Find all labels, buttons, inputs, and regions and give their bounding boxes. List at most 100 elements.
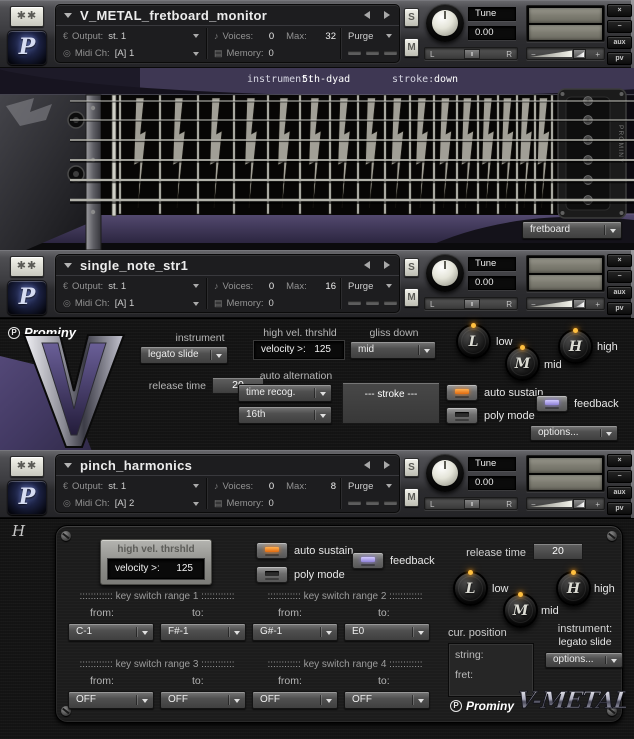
auto-sustain-led [265, 547, 279, 552]
ks-range1-from-dropdown[interactable]: C-1 [68, 623, 154, 641]
midi-channel-selector[interactable]: ◎ Midi Ch: [A] 1 [63, 295, 203, 312]
minimize-button[interactable]: − [607, 20, 632, 33]
snowflake-button[interactable]: ✱✱ [10, 456, 44, 477]
chevron-down-icon [216, 354, 222, 358]
max-value[interactable]: 16 [325, 281, 336, 292]
prev-instrument-icon[interactable] [364, 11, 370, 19]
auto-alt-division-dropdown[interactable]: 16th [238, 406, 332, 424]
auto-alt-mode-dropdown[interactable]: time recog. [238, 384, 332, 402]
close-button[interactable]: × [607, 454, 632, 467]
velocity-threshold-box[interactable]: velocity >: 125 [108, 559, 204, 579]
prev-instrument-icon[interactable] [364, 461, 370, 469]
options-dropdown[interactable]: options... [530, 425, 618, 441]
next-instrument-icon[interactable] [384, 261, 390, 269]
aux-button[interactable]: aux [607, 286, 632, 299]
minimize-button[interactable]: − [607, 270, 632, 283]
poly-mode-button[interactable] [256, 566, 288, 583]
tune-knob[interactable] [426, 4, 464, 42]
tune-value[interactable]: 0.00 [468, 276, 516, 290]
collapse-chevron-icon[interactable] [64, 463, 72, 468]
midi-channel-selector[interactable]: ◎ Midi Ch: [A] 2 [63, 495, 203, 512]
output-selector[interactable]: € Output: st. 1 [63, 277, 203, 295]
pv-button[interactable]: pv [607, 502, 632, 515]
output-selector[interactable]: € Output: st. 1 [63, 477, 203, 495]
volume-slider[interactable]: − + [526, 497, 605, 510]
pan-handle[interactable] [464, 499, 480, 509]
pan-handle[interactable] [464, 49, 480, 59]
midi-channel-selector[interactable]: ◎ Midi Ch: [A] 1 [63, 45, 203, 62]
tune-value[interactable]: 0.00 [468, 26, 516, 40]
auto-sustain-button[interactable] [446, 384, 478, 401]
solo-button[interactable]: S [404, 258, 419, 277]
pan-slider[interactable]: L R [424, 47, 518, 60]
pv-button[interactable]: pv [607, 52, 632, 65]
pan-slider[interactable]: L R [424, 497, 518, 510]
ks-range4-from-dropdown[interactable]: OFF [252, 691, 338, 709]
prominy-logo[interactable]: P [7, 30, 47, 65]
tune-knob[interactable] [426, 254, 464, 292]
snowflake-button[interactable]: ✱✱ [10, 6, 44, 27]
close-button[interactable]: × [607, 254, 632, 267]
ks-range2-to-dropdown[interactable]: E0 [344, 623, 430, 641]
aux-button[interactable]: aux [607, 36, 632, 49]
mid-knob[interactable]: M [505, 346, 540, 381]
purge-menu[interactable]: Purge [348, 27, 396, 45]
feedback-button[interactable] [352, 552, 384, 569]
close-button[interactable]: × [607, 4, 632, 17]
ks-range1-to-dropdown[interactable]: F#-1 [160, 623, 246, 641]
volume-handle[interactable] [573, 499, 586, 509]
volume-slider[interactable]: − + [526, 47, 605, 60]
pan-slider[interactable]: L R [424, 297, 518, 310]
feedback-button[interactable] [536, 395, 568, 412]
volume-slider[interactable]: − + [526, 297, 605, 310]
mute-button[interactable]: M [404, 288, 419, 307]
purge-menu[interactable]: Purge [348, 477, 396, 495]
tune-knob[interactable] [426, 454, 464, 492]
solo-button[interactable]: S [404, 8, 419, 27]
chevron-down-icon [606, 432, 612, 436]
collapse-chevron-icon[interactable] [64, 13, 72, 18]
auto-alternation-label: auto alternation [235, 370, 357, 382]
instrument-dropdown[interactable]: legato slide [140, 346, 228, 364]
prominy-logo[interactable]: P [7, 280, 47, 315]
collapse-chevron-icon[interactable] [64, 263, 72, 268]
mute-button[interactable]: M [404, 488, 419, 507]
poly-mode-button[interactable] [446, 407, 478, 424]
ks-range4-to-dropdown[interactable]: OFF [344, 691, 430, 709]
next-instrument-icon[interactable] [384, 11, 390, 19]
gliss-down-dropdown[interactable]: mid [350, 341, 436, 359]
prev-instrument-icon[interactable] [364, 261, 370, 269]
low-knob[interactable]: L [456, 324, 491, 359]
low-knob[interactable]: L [453, 571, 488, 606]
high-knob[interactable]: H [556, 571, 591, 606]
max-value[interactable]: 32 [325, 31, 336, 42]
view-selector-dropdown[interactable]: fretboard [522, 221, 622, 239]
pv-button[interactable]: pv [607, 302, 632, 315]
solo-button[interactable]: S [404, 458, 419, 477]
high-knob[interactable]: H [558, 329, 593, 364]
voices-icon: ♪ [214, 281, 219, 291]
snowflake-button[interactable]: ✱✱ [10, 256, 44, 277]
volume-handle[interactable] [573, 299, 586, 309]
ks-range2-from-dropdown[interactable]: G#-1 [252, 623, 338, 641]
release-time-value[interactable]: 20 [533, 543, 583, 560]
volume-handle[interactable] [573, 49, 586, 59]
max-value[interactable]: 8 [331, 481, 336, 492]
mid-knob[interactable]: M [503, 593, 538, 628]
next-instrument-icon[interactable] [384, 461, 390, 469]
purge-menu[interactable]: Purge [348, 277, 396, 295]
options-dropdown[interactable]: options... [545, 652, 623, 668]
auto-sustain-button[interactable] [256, 542, 288, 559]
output-selector[interactable]: € Output: st. 1 [63, 27, 203, 45]
tune-value[interactable]: 0.00 [468, 476, 516, 490]
mid-knob-label: mid [541, 605, 559, 617]
ks-range3-to-dropdown[interactable]: OFF [160, 691, 246, 709]
velocity-threshold-box[interactable]: velocity >: 125 [254, 341, 344, 359]
prominy-logo[interactable]: P [7, 480, 47, 515]
minimize-button[interactable]: − [607, 470, 632, 483]
pan-handle[interactable] [464, 299, 480, 309]
ks-range3-from-dropdown[interactable]: OFF [68, 691, 154, 709]
mute-button[interactable]: M [404, 38, 419, 57]
view-selector-value: fretboard [530, 224, 570, 235]
aux-button[interactable]: aux [607, 486, 632, 499]
